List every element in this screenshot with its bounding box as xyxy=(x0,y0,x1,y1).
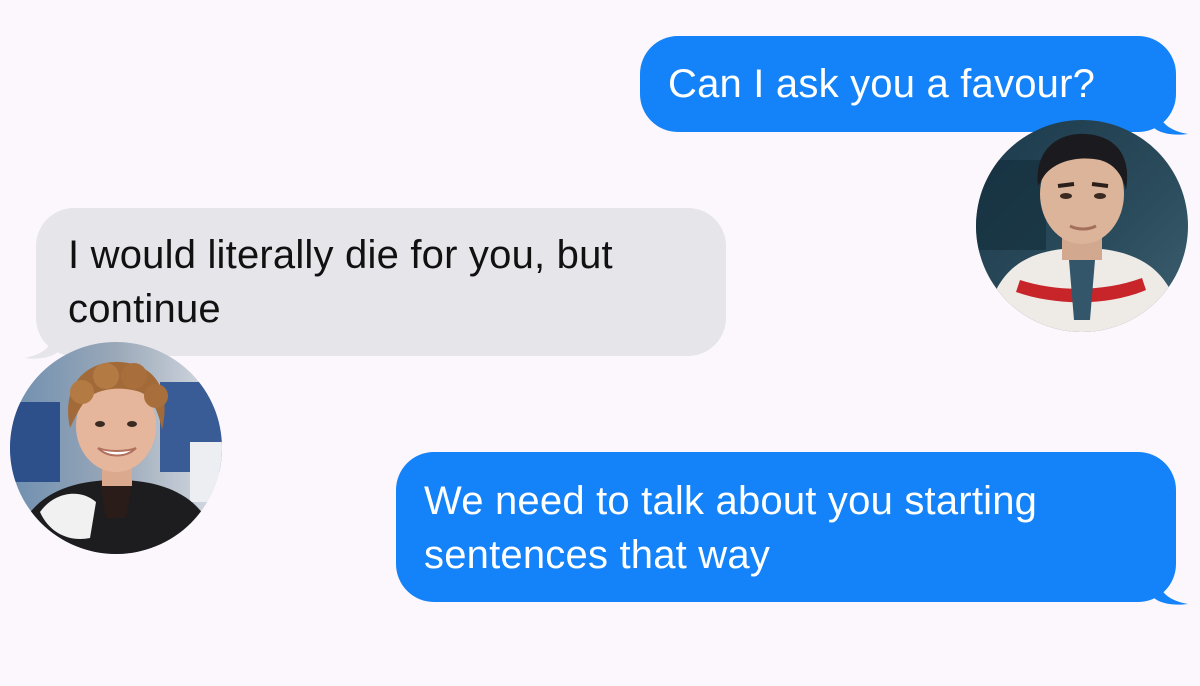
avatar-photo-curly-hair-smiling[interactable] xyxy=(10,342,222,554)
sent-message-bubble[interactable]: We need to talk about you starting sente… xyxy=(396,452,1188,605)
message-text: We need to talk about you starting sente… xyxy=(424,479,1038,577)
avatar-photo-dark-hair-white-jacket[interactable] xyxy=(976,120,1188,332)
bubble-tail-icon xyxy=(24,324,58,359)
avatar-image xyxy=(10,342,222,554)
received-message-bubble[interactable]: I would literally die for you, but conti… xyxy=(24,208,726,359)
avatar-image xyxy=(976,120,1188,332)
message-text: Can I ask you a favour? xyxy=(668,62,1096,106)
bubble-tail-icon xyxy=(1154,570,1188,605)
sent-message-bubble[interactable]: Can I ask you a favour? xyxy=(640,36,1188,135)
message-text: I would literally die for you, but conti… xyxy=(68,233,613,331)
